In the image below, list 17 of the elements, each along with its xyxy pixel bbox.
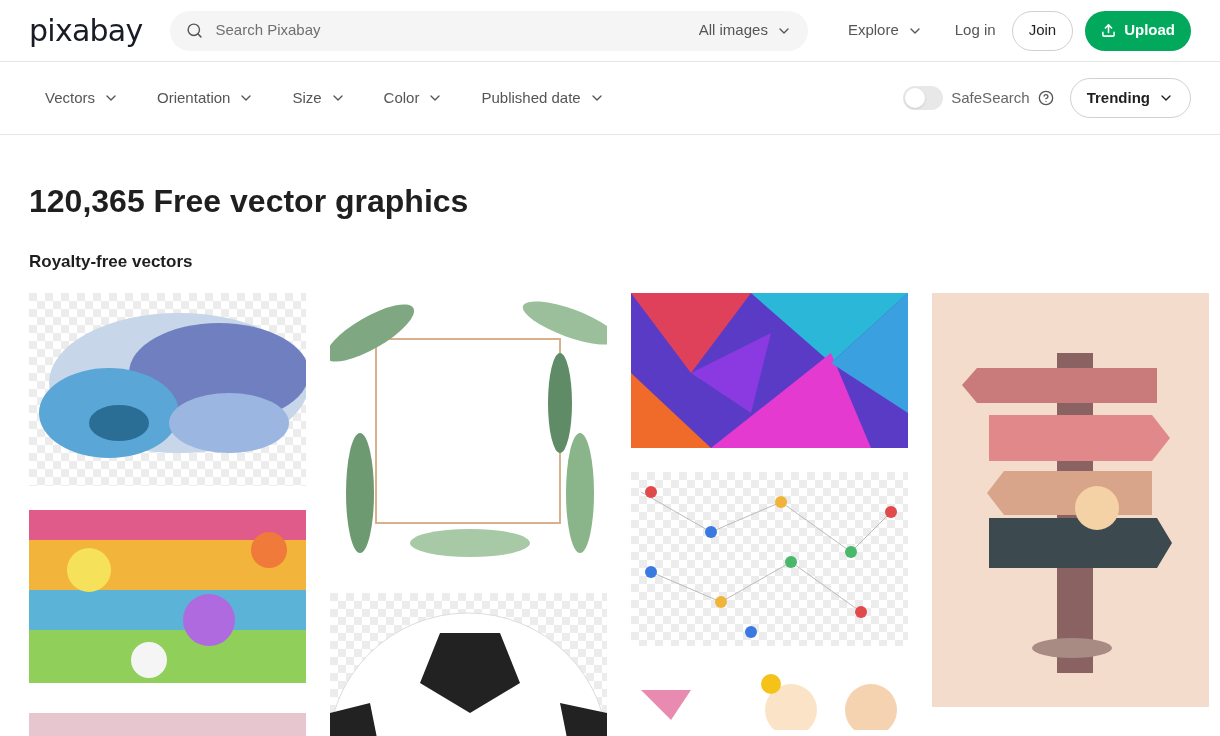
filter-dropdown[interactable]: Vectors [45,86,120,110]
filter-dropdown[interactable]: Color [383,86,444,110]
scope-dropdown[interactable]: All images [698,19,792,42]
filter-dropdown[interactable]: Size [292,86,346,110]
safesearch-label: SafeSearch [951,87,1030,108]
search-field[interactable]: Search Pixabay All images [170,10,808,51]
search-icon [186,22,204,39]
upload-icon [1101,23,1117,38]
help-icon[interactable] [1037,90,1054,106]
logo[interactable]: pixabay [29,15,143,46]
filter-dropdown[interactable]: Orientation [157,86,255,110]
safesearch-toggle[interactable] [903,86,944,110]
nav-menu[interactable]: Explore [847,19,923,42]
page-heading: 120,365 Free vector graphics [28,182,470,221]
login-link[interactable]: Log in [954,19,996,42]
filter-dropdown[interactable]: Published date [481,86,605,110]
section-heading: Royalty-free vectors [28,251,194,273]
